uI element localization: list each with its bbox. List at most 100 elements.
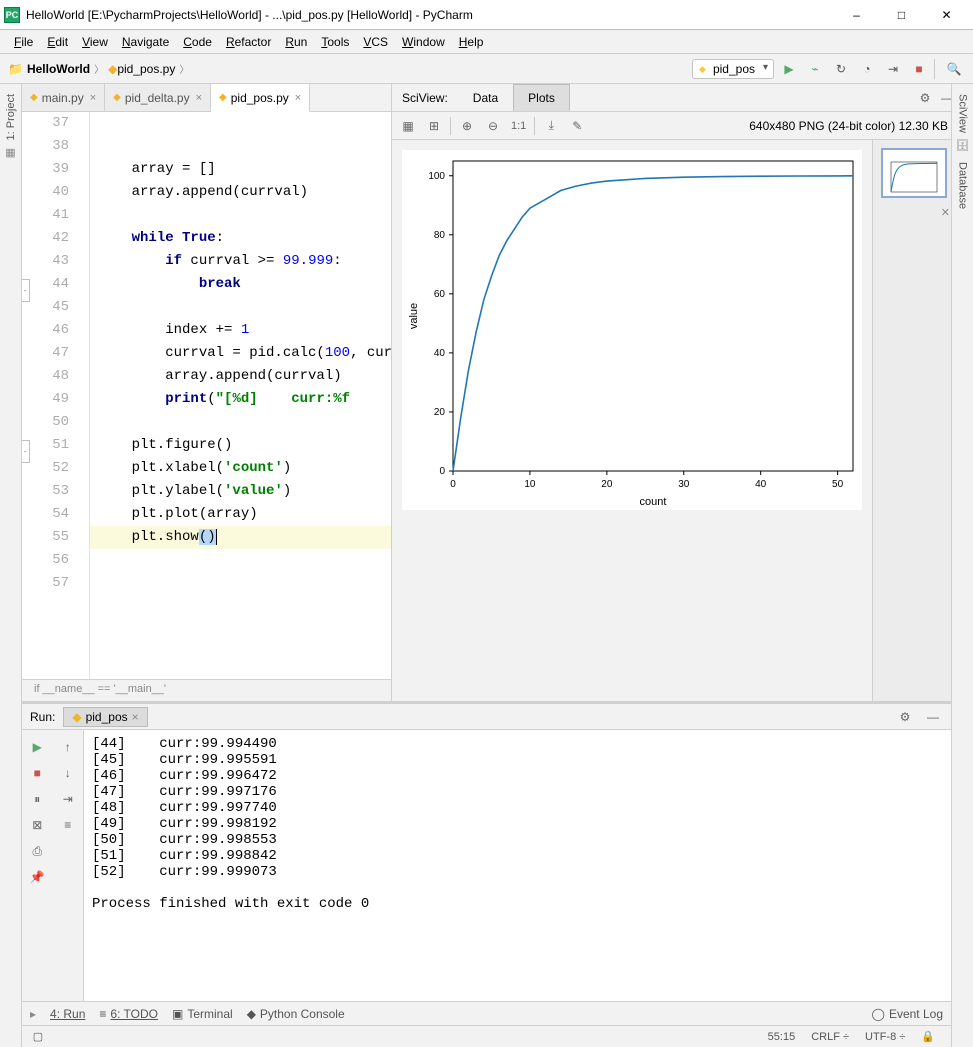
svg-text:0: 0 bbox=[450, 479, 456, 490]
editor-tab-pid_pos-py[interactable]: ◆pid_pos.py× bbox=[211, 84, 310, 112]
menu-code[interactable]: Code bbox=[177, 33, 218, 51]
svg-text:10: 10 bbox=[524, 479, 536, 490]
fit-icon[interactable]: ▦ bbox=[398, 116, 418, 136]
sciview-tab-plots[interactable]: Plots bbox=[513, 84, 570, 111]
gear-icon[interactable]: ⚙ bbox=[914, 91, 936, 105]
svg-text:20: 20 bbox=[434, 407, 446, 418]
menu-tools[interactable]: Tools bbox=[315, 33, 355, 51]
editor-breadcrumb[interactable]: if __name__ == '__main__' bbox=[22, 679, 391, 701]
plot-area: 01020304050020406080100countvalue ✕ bbox=[392, 140, 958, 701]
debug-button[interactable]: ⌁ bbox=[804, 58, 826, 80]
status-caret-pos: 55:15 bbox=[760, 1031, 804, 1043]
tool-window-database[interactable]: Database bbox=[957, 162, 969, 209]
tool-window-run[interactable]: 4: Run bbox=[50, 1007, 85, 1021]
svg-text:80: 80 bbox=[434, 230, 446, 241]
tool-window-python-console[interactable]: ◆ Python Console bbox=[247, 1007, 345, 1021]
bottom-toolbar: ▸ 4: Run ≡ 6: TODO ▣ Terminal ◆ Python C… bbox=[22, 1001, 951, 1025]
work-area: ◆main.py×◆pid_delta.py×◆pid_pos.py× 3738… bbox=[22, 84, 951, 1047]
menu-bar: FileEditViewNavigateCodeRefactorRunTools… bbox=[0, 30, 973, 54]
sciview-header: SciView: Data Plots ⚙ — bbox=[392, 84, 958, 112]
editor-tab-pid_delta-py[interactable]: ◆pid_delta.py× bbox=[105, 84, 211, 111]
stop-icon[interactable]: ■ bbox=[26, 762, 48, 784]
plot-thumbnail[interactable] bbox=[881, 148, 947, 198]
menu-file[interactable]: File bbox=[8, 33, 39, 51]
editor-tab-main-py[interactable]: ◆main.py× bbox=[22, 84, 105, 111]
navigation-bar: 📁 HelloWorld 〉 ◆ pid_pos.py 〉 pid_pos ▶ … bbox=[0, 54, 973, 84]
down-icon[interactable]: ↓ bbox=[57, 762, 79, 784]
plot-thumbnails: ✕ bbox=[872, 140, 958, 701]
zoom-ratio[interactable]: 1:1 bbox=[509, 116, 528, 136]
structure-icon[interactable]: ▦ bbox=[5, 146, 15, 159]
hide-icon[interactable]: — bbox=[923, 710, 943, 724]
gear-icon[interactable]: ⚙ bbox=[895, 710, 915, 724]
breadcrumb-project[interactable]: HelloWorld bbox=[27, 62, 90, 76]
print-icon[interactable]: ⎙ bbox=[26, 840, 48, 862]
sciview-toolbar: ▦ ⊞ ⊕ ⊖ 1:1 ⤓ ✎ 640x480 PNG (24-bit colo… bbox=[392, 112, 958, 140]
menu-window[interactable]: Window bbox=[396, 33, 451, 51]
svg-text:0: 0 bbox=[439, 466, 445, 477]
app-icon: PC bbox=[4, 7, 20, 23]
color-picker-icon[interactable]: ✎ bbox=[567, 116, 587, 136]
minimize-button[interactable]: – bbox=[834, 0, 879, 30]
pause-icon[interactable]: ⏸ bbox=[26, 788, 48, 810]
tool-window-sciview[interactable]: SciView bbox=[957, 94, 969, 133]
breadcrumb-file-icon: ◆ bbox=[108, 62, 117, 76]
window-title: HelloWorld [E:\PycharmProjects\HelloWorl… bbox=[26, 8, 834, 22]
zoom-in-icon[interactable]: ⊕ bbox=[457, 116, 477, 136]
soft-wrap-icon[interactable]: ⇥ bbox=[57, 788, 79, 810]
menu-run[interactable]: Run bbox=[279, 33, 313, 51]
status-lock-icon[interactable]: 🔒 bbox=[913, 1030, 943, 1043]
run-panel: Run: ◆ pid_pos × ⚙ — ▶ ↑ ■ ↓ ⏸ ⇥ ⊠ bbox=[22, 701, 951, 1001]
attach-button[interactable]: ⇥ bbox=[882, 58, 904, 80]
menu-view[interactable]: View bbox=[76, 33, 114, 51]
editor-code[interactable]: array = [] array.append(currval) while T… bbox=[90, 112, 391, 679]
search-button[interactable]: 🔍 bbox=[943, 58, 965, 80]
plot-main[interactable]: 01020304050020406080100countvalue bbox=[392, 140, 872, 701]
breadcrumb-file[interactable]: pid_pos.py bbox=[117, 62, 175, 76]
svg-text:100: 100 bbox=[428, 171, 445, 182]
status-line-sep[interactable]: CRLF ÷ bbox=[803, 1031, 857, 1043]
menu-navigate[interactable]: Navigate bbox=[116, 33, 175, 51]
menu-help[interactable]: Help bbox=[453, 33, 490, 51]
menu-refactor[interactable]: Refactor bbox=[220, 33, 277, 51]
rerun-icon[interactable]: ▶ bbox=[26, 736, 48, 758]
pin-icon[interactable]: 📌 bbox=[26, 866, 48, 888]
editor-body[interactable]: 37383940414243-44454647484950-5152535455… bbox=[22, 112, 391, 679]
window-titlebar: PC HelloWorld [E:\PycharmProjects\HelloW… bbox=[0, 0, 973, 30]
left-tool-stripe: 1: Project ▦ bbox=[0, 84, 22, 1047]
run-button[interactable]: ▶ bbox=[778, 58, 800, 80]
coverage-button[interactable]: ↻ bbox=[830, 58, 852, 80]
menu-vcs[interactable]: VCS bbox=[357, 33, 394, 51]
zoom-out-icon[interactable]: ⊖ bbox=[483, 116, 503, 136]
save-icon[interactable]: ⤓ bbox=[541, 116, 561, 136]
close-button[interactable]: ✕ bbox=[924, 0, 969, 30]
svg-text:40: 40 bbox=[434, 348, 446, 359]
svg-text:20: 20 bbox=[601, 479, 613, 490]
run-tab[interactable]: ◆ pid_pos × bbox=[63, 707, 147, 727]
run-label: Run: bbox=[30, 710, 55, 724]
run-config-combo[interactable]: pid_pos bbox=[692, 59, 774, 79]
run-console[interactable]: [44] curr:99.994490 [45] curr:99.995591 … bbox=[84, 730, 951, 1001]
sciview-tab-data[interactable]: Data bbox=[458, 84, 513, 111]
right-tool-stripe: SciView 🗄 Database bbox=[951, 84, 973, 1047]
menu-edit[interactable]: Edit bbox=[41, 33, 74, 51]
run-toolbar: ▶ ↑ ■ ↓ ⏸ ⇥ ⊠ ≡ ⎙ 📌 bbox=[22, 730, 84, 1001]
maximize-button[interactable]: □ bbox=[879, 0, 924, 30]
scroll-icon[interactable]: ≡ bbox=[57, 814, 79, 836]
stop-button[interactable]: ■ bbox=[908, 58, 930, 80]
chevron-right-icon: 〉 bbox=[94, 61, 104, 76]
profile-button[interactable]: ◔ bbox=[856, 58, 878, 80]
grid-icon[interactable]: ⊞ bbox=[424, 116, 444, 136]
tool-window-project[interactable]: 1: Project bbox=[5, 94, 17, 140]
status-encoding[interactable]: UTF-8 ÷ bbox=[857, 1031, 913, 1043]
tool-window-terminal[interactable]: ▣ Terminal bbox=[172, 1007, 233, 1021]
up-icon[interactable]: ↑ bbox=[57, 736, 79, 758]
event-log[interactable]: ◯ Event Log bbox=[872, 1007, 943, 1021]
status-icon[interactable]: ▢ bbox=[30, 1030, 46, 1043]
sciview-title: SciView: bbox=[392, 91, 458, 105]
thumbnail-close-icon[interactable]: ✕ bbox=[881, 206, 950, 219]
tool-window-todo[interactable]: ≡ 6: TODO bbox=[99, 1007, 158, 1021]
close-icon[interactable]: ⊠ bbox=[26, 814, 48, 836]
database-icon: 🗄 bbox=[956, 139, 970, 152]
svg-text:50: 50 bbox=[832, 479, 844, 490]
